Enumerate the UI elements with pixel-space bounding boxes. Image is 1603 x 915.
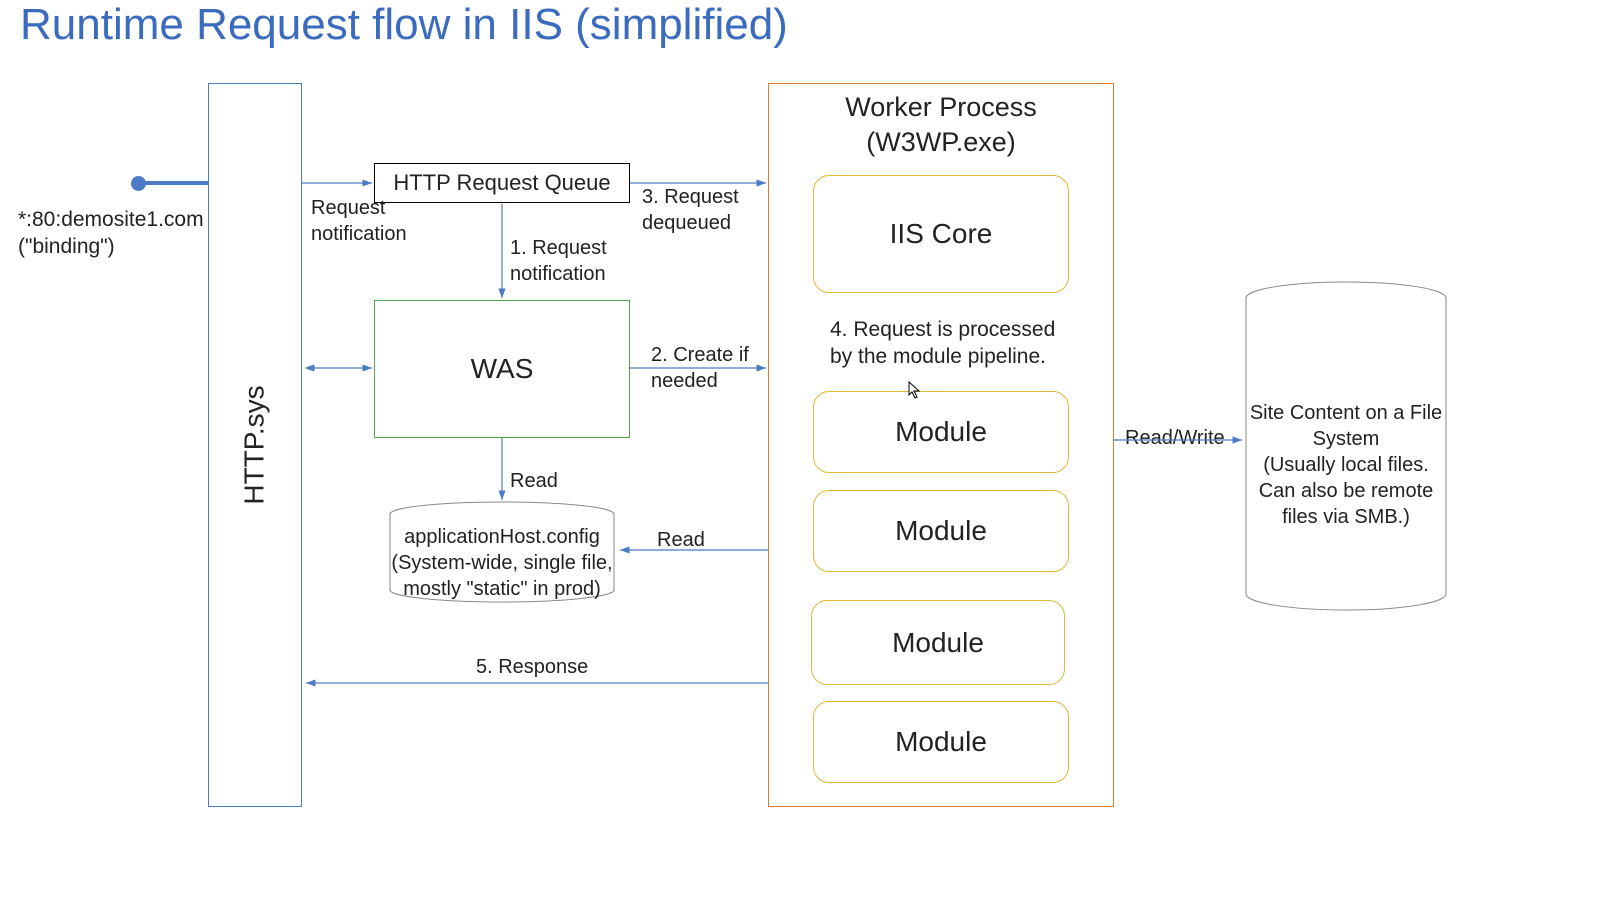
- label-step2: 2. Create if needed: [651, 342, 761, 394]
- label-request-notification: Request notification: [311, 195, 411, 247]
- label-step3: 3. Request dequeued: [642, 184, 762, 236]
- was-label: WAS: [471, 353, 534, 385]
- fs-line3: (Usually local files.: [1263, 454, 1429, 476]
- apphost-line2: (System-wide, single file,: [391, 552, 612, 574]
- pipeline-note: 4. Request is processed by the module pi…: [830, 316, 1080, 371]
- binding-line2: ("binding"): [18, 235, 115, 258]
- apphost-config-text: applicationHost.config (System-wide, sin…: [388, 524, 616, 602]
- entry-endpoint-icon: [131, 176, 146, 191]
- fs-line4: Can also be remote: [1259, 480, 1434, 502]
- module-label: Module: [892, 627, 984, 659]
- binding-label: *:80:demosite1.com ("binding"): [18, 206, 204, 261]
- page-title: Runtime Request flow in IIS (simplified): [20, 0, 788, 50]
- iis-core-label: IIS Core: [890, 218, 993, 250]
- module-box-1: Module: [813, 391, 1069, 473]
- module-label: Module: [895, 726, 987, 758]
- label-step1: 1. Request notification: [510, 235, 630, 287]
- filesystem-text: Site Content on a File System (Usually l…: [1244, 400, 1448, 530]
- fs-line2: System: [1313, 428, 1380, 450]
- label-readwrite: Read/Write: [1125, 425, 1225, 451]
- httpsys-label: HTTP.sys: [239, 385, 271, 504]
- module-label: Module: [895, 416, 987, 448]
- binding-line1: *:80:demosite1.com: [18, 208, 204, 231]
- worker-title-line1: Worker Process: [845, 92, 1037, 122]
- http-request-queue-label: HTTP Request Queue: [393, 170, 610, 196]
- module-box-2: Module: [813, 490, 1069, 572]
- label-read-worker: Read: [657, 527, 705, 553]
- worker-process-title: Worker Process (W3WP.exe): [768, 90, 1114, 160]
- label-read-was: Read: [510, 468, 558, 494]
- apphost-line1: applicationHost.config: [404, 526, 600, 548]
- cursor-icon: [908, 381, 922, 404]
- was-box: WAS: [374, 300, 630, 438]
- apphost-line3: mostly "static" in prod): [403, 578, 601, 600]
- diagram-canvas: Runtime Request flow in IIS (simplified)…: [0, 0, 1603, 915]
- module-box-4: Module: [813, 701, 1069, 783]
- iis-core-box: IIS Core: [813, 175, 1069, 293]
- httpsys-box: HTTP.sys: [208, 83, 302, 807]
- fs-line1: Site Content on a File: [1250, 402, 1442, 424]
- fs-line5: files via SMB.): [1282, 506, 1410, 528]
- http-request-queue-box: HTTP Request Queue: [374, 163, 630, 203]
- worker-title-line2: (W3WP.exe): [866, 127, 1016, 157]
- module-label: Module: [895, 515, 987, 547]
- label-step5: 5. Response: [476, 654, 588, 680]
- module-box-3: Module: [811, 600, 1065, 685]
